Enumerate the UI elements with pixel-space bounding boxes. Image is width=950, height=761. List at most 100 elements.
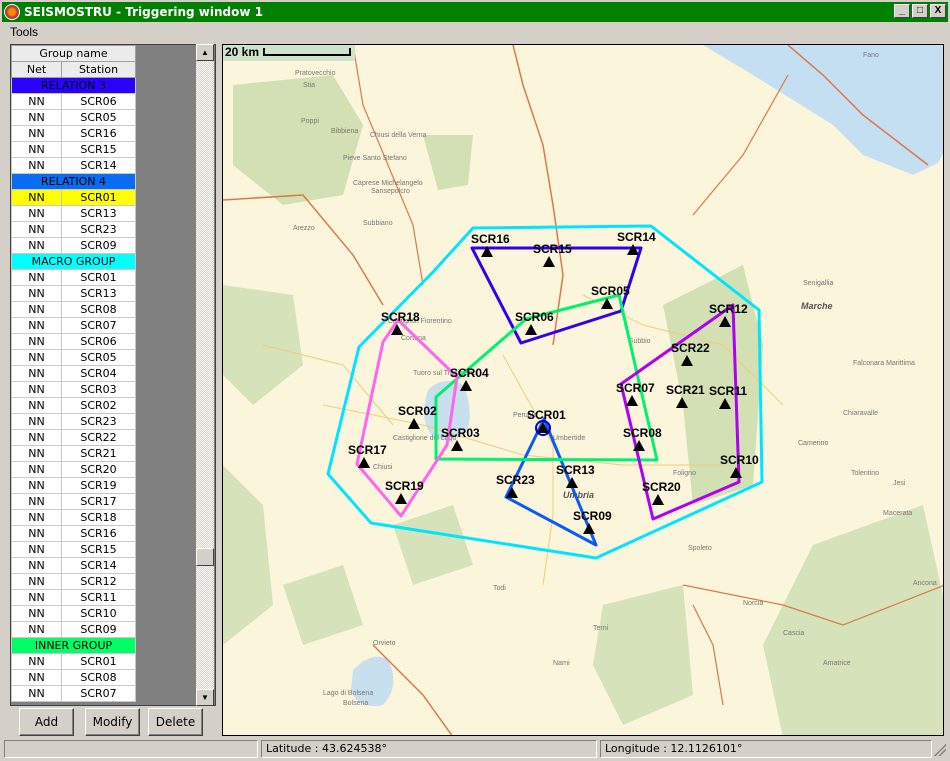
station-row[interactable]: NN SCR06 [11,93,136,110]
net-cell[interactable]: NN [11,125,62,142]
net-cell[interactable]: NN [11,445,62,462]
net-cell[interactable]: NN [11,685,62,702]
scroll-up-arrow-icon[interactable]: ▲ [196,44,214,61]
station-cell[interactable]: SCR01 [61,189,136,206]
station-marker[interactable]: SCR08 [623,426,662,451]
station-marker[interactable]: SCR13 [556,463,595,488]
station-row[interactable]: NN SCR04 [11,365,136,382]
station-cell[interactable]: SCR18 [61,509,136,526]
station-cell[interactable]: SCR08 [61,669,136,686]
vertical-scrollbar[interactable]: ▲ ▼ [196,44,214,706]
station-row[interactable]: NN SCR01 [11,269,136,286]
station-row[interactable]: NN SCR11 [11,589,136,606]
net-cell[interactable]: NN [11,605,62,622]
net-cell[interactable]: NN [11,653,62,670]
station-row[interactable]: NN SCR12 [11,573,136,590]
station-cell[interactable]: SCR14 [61,157,136,174]
header-station[interactable]: Station [61,61,136,78]
station-cell[interactable]: SCR16 [61,125,136,142]
station-cell[interactable]: SCR13 [61,205,136,222]
station-marker[interactable]: SCR18 [381,310,420,335]
station-cell[interactable]: SCR22 [61,429,136,446]
station-row[interactable]: NN SCR13 [11,205,136,222]
station-cell[interactable]: SCR01 [61,653,136,670]
group-row[interactable]: MACRO GROUP [11,253,136,270]
station-marker[interactable]: SCR14 [617,230,656,255]
resize-grip[interactable] [934,744,946,756]
station-marker[interactable]: SCR16 [471,232,510,257]
net-cell[interactable]: NN [11,317,62,334]
station-cell[interactable]: SCR10 [61,605,136,622]
group-name-cell[interactable]: RELATION 3 [11,77,136,94]
station-cell[interactable]: SCR23 [61,221,136,238]
station-cell[interactable]: SCR13 [61,285,136,302]
net-cell[interactable]: NN [11,477,62,494]
net-cell[interactable]: NN [11,381,62,398]
station-row[interactable]: NN SCR17 [11,493,136,510]
station-cell[interactable]: SCR05 [61,109,136,126]
station-marker[interactable]: SCR07 [616,381,655,406]
station-row[interactable]: NN SCR16 [11,125,136,142]
station-cell[interactable]: SCR12 [61,573,136,590]
net-cell[interactable]: NN [11,397,62,414]
net-cell[interactable]: NN [11,269,62,286]
station-row[interactable]: NN SCR05 [11,109,136,126]
header-group-name[interactable]: Group name [11,45,136,62]
station-row[interactable]: NN SCR07 [11,685,136,702]
group-row[interactable]: RELATION 4 [11,173,136,190]
station-row[interactable]: NN SCR16 [11,525,136,542]
net-cell[interactable]: NN [11,93,62,110]
net-cell[interactable]: NN [11,493,62,510]
station-cell[interactable]: SCR02 [61,397,136,414]
station-cell[interactable]: SCR14 [61,557,136,574]
station-cell[interactable]: SCR09 [61,621,136,638]
net-cell[interactable]: NN [11,237,62,254]
station-cell[interactable]: SCR19 [61,477,136,494]
group-name-cell[interactable]: MACRO GROUP [11,253,136,270]
net-cell[interactable]: NN [11,205,62,222]
station-row[interactable]: NN SCR15 [11,141,136,158]
group-name-cell[interactable]: RELATION 4 [11,173,136,190]
station-cell[interactable]: SCR03 [61,381,136,398]
net-cell[interactable]: NN [11,509,62,526]
station-row[interactable]: NN SCR06 [11,333,136,350]
station-row[interactable]: NN SCR02 [11,397,136,414]
modify-button[interactable]: Modify [85,708,140,736]
station-row[interactable]: NN SCR09 [11,237,136,254]
station-row[interactable]: NN SCR23 [11,221,136,238]
station-row[interactable]: NN SCR10 [11,605,136,622]
net-cell[interactable]: NN [11,557,62,574]
station-row[interactable]: NN SCR23 [11,413,136,430]
station-row[interactable]: NN SCR19 [11,477,136,494]
station-cell[interactable]: SCR21 [61,445,136,462]
net-cell[interactable]: NN [11,349,62,366]
station-row[interactable]: NN SCR01 [11,189,136,206]
net-cell[interactable]: NN [11,365,62,382]
net-cell[interactable]: NN [11,573,62,590]
station-cell[interactable]: SCR16 [61,525,136,542]
station-marker[interactable]: SCR01 [527,408,566,436]
net-cell[interactable]: NN [11,621,62,638]
station-row[interactable]: NN SCR14 [11,557,136,574]
station-cell[interactable]: SCR15 [61,541,136,558]
scroll-down-arrow-icon[interactable]: ▼ [196,689,214,706]
net-cell[interactable]: NN [11,669,62,686]
station-row[interactable]: NN SCR20 [11,461,136,478]
net-cell[interactable]: NN [11,141,62,158]
station-row[interactable]: NN SCR18 [11,509,136,526]
map-view[interactable]: Pratovecchio Stia Poppi Bibbiena Chiusi dell… [222,44,944,736]
station-row[interactable]: NN SCR09 [11,621,136,638]
station-cell[interactable]: SCR01 [61,269,136,286]
station-cell[interactable]: SCR04 [61,365,136,382]
station-row[interactable]: NN SCR13 [11,285,136,302]
net-cell[interactable]: NN [11,429,62,446]
station-row[interactable]: NN SCR05 [11,349,136,366]
net-cell[interactable]: NN [11,541,62,558]
net-cell[interactable]: NN [11,109,62,126]
net-cell[interactable]: NN [11,285,62,302]
station-row[interactable]: NN SCR08 [11,669,136,686]
station-row[interactable]: NN SCR14 [11,157,136,174]
station-row[interactable]: NN SCR22 [11,429,136,446]
map-canvas[interactable]: Pratovecchio Stia Poppi Bibbiena Chiusi dell… [223,45,944,736]
station-cell[interactable]: SCR11 [61,589,136,606]
